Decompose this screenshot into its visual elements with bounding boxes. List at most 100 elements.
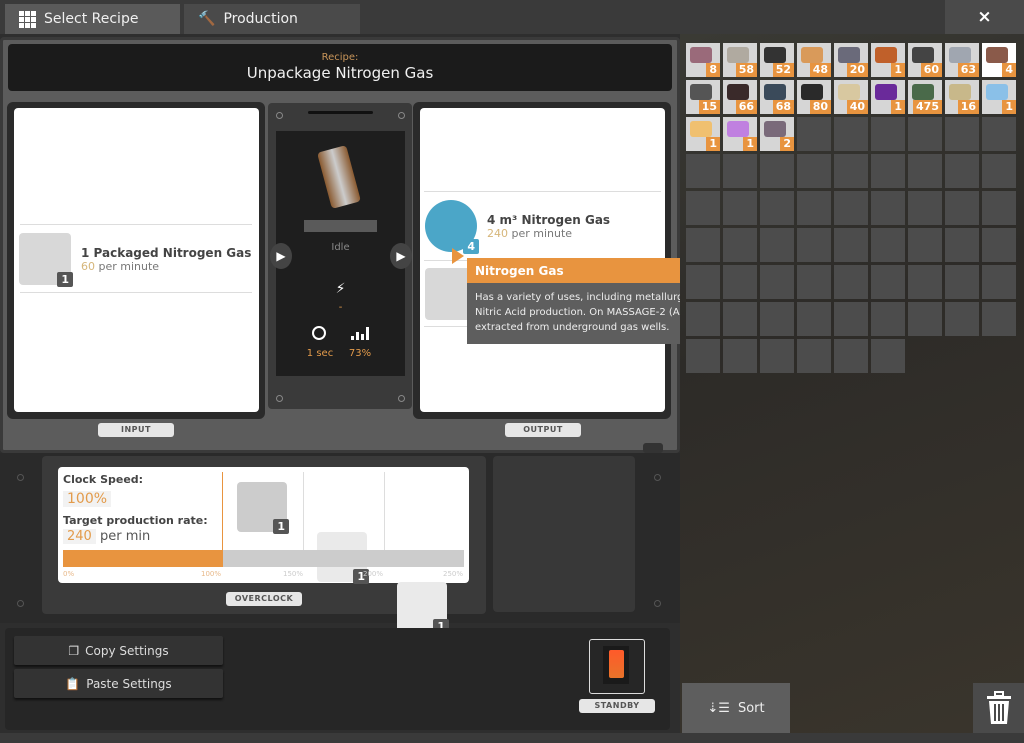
inventory-slot-empty[interactable] [871, 265, 905, 299]
inventory-slot-empty[interactable] [797, 191, 831, 225]
inventory-item[interactable]: 68 [760, 80, 794, 114]
inventory-slot-empty[interactable] [797, 117, 831, 151]
inventory-slot-empty[interactable] [945, 302, 979, 336]
inventory-slot-empty[interactable] [871, 154, 905, 188]
inventory-slot-empty[interactable] [908, 302, 942, 336]
inventory-item[interactable]: 15 [686, 80, 720, 114]
inventory-slot-empty[interactable] [686, 154, 720, 188]
inventory-slot-empty[interactable] [871, 302, 905, 336]
inventory-slot-empty[interactable] [871, 117, 905, 151]
trash-button[interactable] [973, 683, 1024, 733]
inventory-slot-empty[interactable] [871, 191, 905, 225]
inventory-slot-empty[interactable] [982, 154, 1016, 188]
inventory-slot-empty[interactable] [760, 191, 794, 225]
inventory-slot-empty[interactable] [945, 154, 979, 188]
inventory-item[interactable]: 60 [908, 43, 942, 77]
item-count: 66 [735, 100, 757, 114]
grid-icon [19, 10, 36, 28]
inventory-slot-empty[interactable] [686, 265, 720, 299]
inventory-slot-empty[interactable] [797, 302, 831, 336]
inventory-slot-empty[interactable] [723, 191, 757, 225]
power-shard-slot[interactable]: 1 [397, 582, 449, 634]
inventory-slot-empty[interactable] [797, 265, 831, 299]
inventory-item[interactable]: 1 [686, 117, 720, 151]
inventory-slot-empty[interactable] [834, 265, 868, 299]
inventory-item[interactable]: 20 [834, 43, 868, 77]
sort-button[interactable]: ⇣☰ Sort [682, 683, 790, 733]
inventory-slot-empty[interactable] [834, 228, 868, 262]
inventory-slot-empty[interactable] [797, 154, 831, 188]
inventory-slot-empty[interactable] [723, 339, 757, 373]
clock-speed-input[interactable]: 100% [63, 491, 112, 507]
inventory-slot-empty[interactable] [686, 191, 720, 225]
clock-speed-label: Clock Speed: [63, 473, 144, 486]
footer-bar [0, 733, 1024, 743]
inventory-slot-empty[interactable] [686, 339, 720, 373]
close-button[interactable]: × [945, 0, 1024, 34]
output-item[interactable]: 4 4 m³ Nitrogen Gas 240 per minute [425, 200, 610, 254]
inventory-slot-empty[interactable] [760, 154, 794, 188]
clock-slider-track[interactable] [63, 550, 464, 567]
inventory-item[interactable]: 48 [797, 43, 831, 77]
inventory-slot-empty[interactable] [760, 339, 794, 373]
inventory-slot-empty[interactable] [723, 265, 757, 299]
inventory-item[interactable]: 8 [686, 43, 720, 77]
inventory-slot-empty[interactable] [723, 154, 757, 188]
inventory-item[interactable]: 2 [760, 117, 794, 151]
inventory-item[interactable]: 40 [834, 80, 868, 114]
tab-production[interactable]: 🔨 Production [184, 4, 360, 34]
target-rate-unit: per min [99, 529, 151, 544]
inventory-slot-empty[interactable] [871, 339, 905, 373]
inventory-slot-empty[interactable] [834, 302, 868, 336]
inventory-slot-empty[interactable] [797, 339, 831, 373]
inventory-slot-empty[interactable] [797, 228, 831, 262]
inventory-item[interactable]: 1 [871, 80, 905, 114]
inventory-item[interactable]: 16 [945, 80, 979, 114]
copy-settings-button[interactable]: ❐ Copy Settings [14, 636, 223, 665]
inventory-slot-empty[interactable] [908, 265, 942, 299]
item-rate: 240 [487, 226, 508, 240]
inventory-slot-empty[interactable] [871, 228, 905, 262]
inventory-slot-empty[interactable] [945, 191, 979, 225]
inventory-slot-empty[interactable] [834, 117, 868, 151]
inventory-slot-empty[interactable] [723, 228, 757, 262]
inventory-slot-empty[interactable] [982, 117, 1016, 151]
inventory-slot-empty[interactable] [760, 265, 794, 299]
inventory-slot-empty[interactable] [834, 339, 868, 373]
inventory-slot-empty[interactable] [834, 191, 868, 225]
inventory-slot-empty[interactable] [686, 228, 720, 262]
paste-settings-button[interactable]: 📋 Paste Settings [14, 669, 223, 698]
inventory-item[interactable]: 1 [723, 117, 757, 151]
inventory-slot-empty[interactable] [834, 154, 868, 188]
clock-slider-fill [63, 550, 224, 567]
inventory-slot-empty[interactable] [760, 302, 794, 336]
inventory-slot-empty[interactable] [723, 302, 757, 336]
inventory-slot-empty[interactable] [908, 117, 942, 151]
inventory-slot-empty[interactable] [908, 154, 942, 188]
inventory-item[interactable]: 52 [760, 43, 794, 77]
inventory-item[interactable]: 1 [982, 80, 1016, 114]
inventory-item[interactable]: 80 [797, 80, 831, 114]
inventory-item[interactable]: 66 [723, 80, 757, 114]
inventory-slot-empty[interactable] [982, 265, 1016, 299]
close-icon: × [977, 7, 992, 27]
inventory-item[interactable]: 58 [723, 43, 757, 77]
inventory-slot-empty[interactable] [686, 302, 720, 336]
inventory-slot-empty[interactable] [945, 228, 979, 262]
inventory-slot-empty[interactable] [982, 302, 1016, 336]
inventory-slot-empty[interactable] [982, 191, 1016, 225]
target-rate-input[interactable]: 240 [63, 529, 96, 544]
inventory-slot-empty[interactable] [945, 265, 979, 299]
power-shard-slot[interactable]: 1 [237, 482, 289, 534]
input-item[interactable]: 1 1 Packaged Nitrogen Gas 60 per minute [19, 233, 251, 287]
inventory-item[interactable]: 63 [945, 43, 979, 77]
inventory-slot-empty[interactable] [945, 117, 979, 151]
inventory-slot-empty[interactable] [760, 228, 794, 262]
inventory-item[interactable]: 4 [982, 43, 1016, 77]
inventory-item[interactable]: 475 [908, 80, 942, 114]
inventory-slot-empty[interactable] [908, 191, 942, 225]
inventory-item[interactable]: 1 [871, 43, 905, 77]
inventory-slot-empty[interactable] [982, 228, 1016, 262]
inventory-slot-empty[interactable] [908, 228, 942, 262]
tab-select-recipe[interactable]: Select Recipe [5, 4, 180, 34]
